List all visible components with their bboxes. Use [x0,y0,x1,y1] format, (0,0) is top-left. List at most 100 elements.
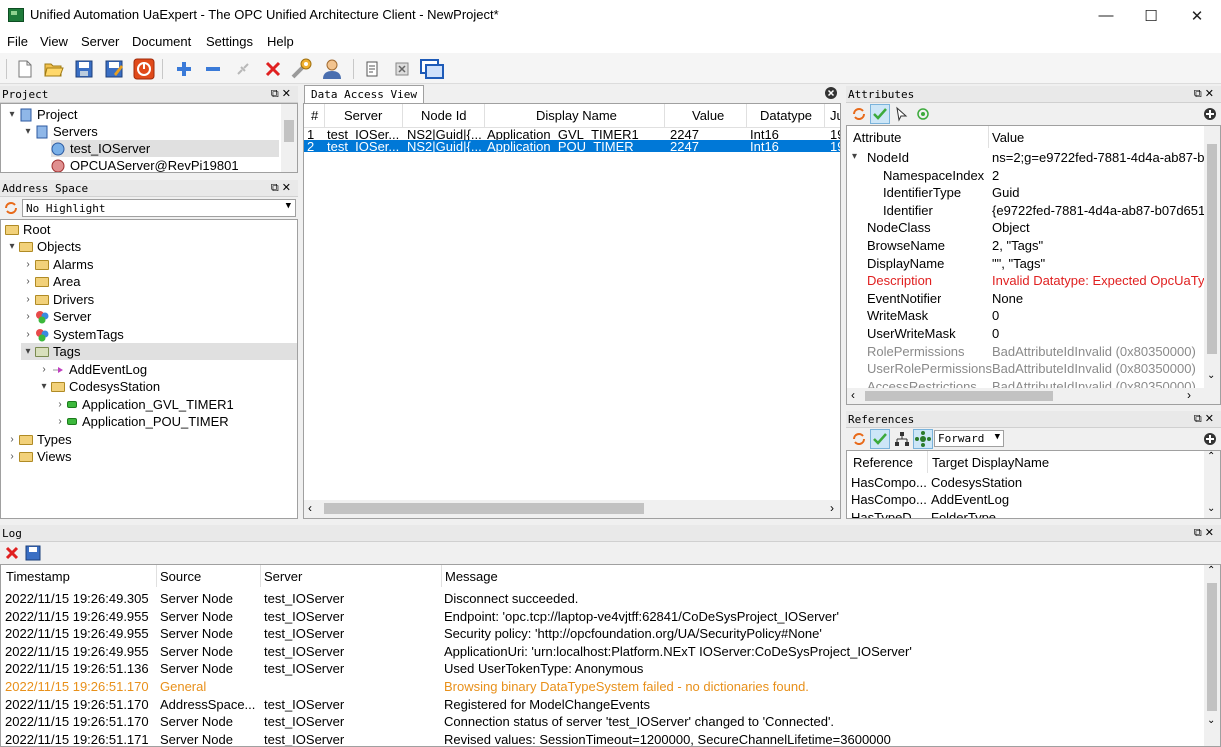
target-icon[interactable] [916,107,930,121]
menu-help[interactable]: Help [267,34,294,49]
disconnect-icon[interactable] [261,57,285,81]
table-row[interactable]: HasCompo... AddEventLog [851,492,1201,509]
check-icon[interactable] [870,104,890,124]
tree-item-codesysstation[interactable]: ▾ CodesysStation [37,378,160,395]
references-scrollbar[interactable]: ⌃ ⌄ [1204,451,1220,518]
window-icon[interactable] [420,57,444,81]
col-header-datatype[interactable]: Datatype [760,108,812,123]
tree-item-server[interactable]: › Server [21,308,91,325]
maximize-button[interactable]: ☐ [1128,0,1174,31]
tree-item-servers[interactable]: ▾ Servers [21,123,97,140]
attribute-row[interactable]: EventNotifier None [847,291,1204,308]
new-document-icon[interactable] [13,57,37,81]
minimize-button[interactable]: — [1083,0,1129,31]
panel-float-close-icons[interactable]: ⧉✕ [271,87,294,101]
col-header-nodeid[interactable]: Node Id [421,108,467,123]
log-row[interactable]: 2022/11/15 19:26:49.955 Server Node test_I… [5,644,1200,661]
save-log-icon[interactable] [25,545,41,561]
table-row[interactable]: HasTypeD... FolderType [851,510,1201,518]
tree-item-objects[interactable]: ▾ Objects [5,238,81,255]
tree-item-gvl-timer1[interactable]: › Application_GVL_TIMER1 [53,396,233,413]
col-header-source[interactable]: Source [160,569,201,584]
log-row[interactable]: 2022/11/15 19:26:49.955 Server Node test_I… [5,626,1200,643]
attribute-row[interactable]: RolePermissions BadAttributeIdInvalid (0x… [847,344,1204,361]
tree-item-opcua-server[interactable]: OPCUAServer@RevPi19801 [51,157,239,172]
tree-item-test-ioserver[interactable]: test_IOServer [51,140,279,157]
network-icon[interactable] [913,429,933,449]
attribute-row[interactable]: NamespaceIndex 2 [847,168,1204,185]
menu-document[interactable]: Document [132,34,191,49]
col-header-num[interactable]: # [311,108,318,123]
menu-file[interactable]: File [7,34,28,49]
attribute-row[interactable]: DisplayName "", "Tags" [847,256,1204,273]
save-icon[interactable] [72,57,96,81]
panel-float-close-icons[interactable]: ⧉✕ [1194,87,1217,101]
attribute-row[interactable]: BrowseName 2, "Tags" [847,238,1204,255]
attribute-row[interactable]: UserRolePermissions BadAttributeIdInvalid… [847,361,1204,378]
attribute-row[interactable]: WriteMask 0 [847,308,1204,325]
stop-icon[interactable] [132,57,156,81]
close-tab-icon[interactable] [824,86,838,100]
panel-float-close-icons[interactable]: ⧉✕ [1194,412,1217,426]
horizontal-scrollbar[interactable]: ‹ › [304,500,840,518]
refresh-icon[interactable] [851,106,867,122]
cursor-icon[interactable] [894,106,910,122]
tree-item-alarms[interactable]: › Alarms [21,256,93,273]
refresh-icon[interactable] [851,431,867,447]
tab-data-access-view[interactable]: Data Access View [304,85,424,103]
connect-icon[interactable] [231,57,255,81]
tree-item-types[interactable]: › Types [5,431,71,448]
hierarchy-icon[interactable] [894,431,910,447]
log-row[interactable]: 2022/11/15 19:26:51.170 AddressSpace... te… [5,697,1200,714]
add-server-icon[interactable] [172,57,196,81]
chevron-down-icon[interactable]: ▾ [852,151,857,162]
table-row-selected[interactable]: 2 test_IOSer... NS2|Guid|{... Applicatio… [304,139,840,154]
tree-item-project[interactable]: ▾ Project [5,106,77,123]
col-header-timestamp[interactable]: Timestamp [6,569,70,584]
col-header-displayname[interactable]: Display Name [536,108,617,123]
tree-item-views[interactable]: › Views [5,448,71,465]
project-scrollbar[interactable] [281,104,297,172]
tree-item-tags[interactable]: ▾ Tags [21,343,297,360]
close-document-icon[interactable] [390,57,414,81]
log-row[interactable]: 2022/11/15 19:26:51.171 Server Node test_I… [5,732,1200,746]
remove-server-icon[interactable] [201,57,225,81]
col-header-server[interactable]: Server [264,569,302,584]
tree-item-addeventlog[interactable]: › AddEventLog [37,361,147,378]
close-window-button[interactable]: ✕ [1174,0,1220,31]
tree-item-systemtags[interactable]: › SystemTags [21,326,123,343]
attribute-row[interactable]: NodeClass Object [847,220,1204,237]
check-icon[interactable] [870,429,890,449]
attribute-row[interactable]: Identifier {e9722fed-7881-4d4a-ab87-b07d6… [847,203,1204,220]
direction-select[interactable]: Forward ▼ [934,430,1004,447]
col-header-message[interactable]: Message [445,569,498,584]
menu-settings[interactable]: Settings [206,34,253,49]
attribute-row[interactable]: IdentifierType Guid [847,185,1204,202]
log-row[interactable]: 2022/11/15 19:26:49.305 Server Node test_I… [5,591,1200,608]
col-header-target[interactable]: Target DisplayName [932,455,1049,470]
log-row[interactable]: 2022/11/15 19:26:49.955 Server Node test_I… [5,609,1200,626]
settings-wrench-icon[interactable] [290,57,314,81]
col-header-timestamp[interactable]: Ju [830,108,840,123]
col-header-attribute[interactable]: Attribute [853,130,901,145]
attributes-hscrollbar[interactable]: ‹ › [847,388,1220,404]
table-row[interactable]: HasCompo... CodesysStation [851,475,1201,492]
col-header-value[interactable]: Value [692,108,724,123]
add-icon[interactable] [1203,432,1217,446]
tree-item-root[interactable]: Root [5,221,50,238]
add-icon[interactable] [1203,107,1217,121]
tree-item-drivers[interactable]: › Drivers [21,291,94,308]
col-header-value[interactable]: Value [992,130,1024,145]
log-row[interactable]: 2022/11/15 19:26:51.136 Server Node test_I… [5,661,1200,678]
refresh-icon[interactable] [3,200,19,216]
col-header-server[interactable]: Server [344,108,382,123]
clear-log-icon[interactable] [5,546,19,560]
attribute-row[interactable]: ▾ NodeId ns=2;g=e9722fed-7881-4d4a-ab87-b [847,150,1204,167]
attribute-row[interactable]: Description Invalid Datatype: Expected Op… [847,273,1204,290]
panel-float-close-icons[interactable]: ⧉✕ [271,181,294,195]
col-header-reference[interactable]: Reference [853,455,913,470]
highlight-select[interactable]: No Highlight ▼ [22,199,296,217]
log-row[interactable]: 2022/11/15 19:26:51.170 General Browsing b… [5,679,1200,696]
open-folder-icon[interactable] [42,57,66,81]
panel-float-close-icons[interactable]: ⧉✕ [1194,526,1217,540]
